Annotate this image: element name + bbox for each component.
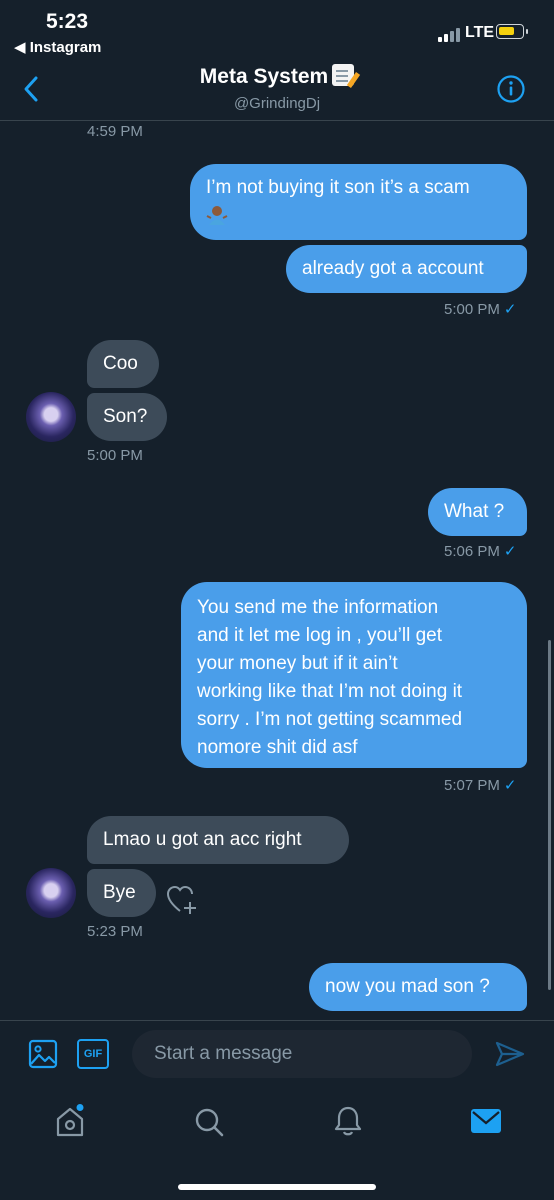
send-icon[interactable] xyxy=(494,1040,526,1073)
gif-icon[interactable]: GIF xyxy=(77,1039,109,1069)
timestamp: 5:06 PM ✓ xyxy=(444,542,516,560)
incoming-message[interactable]: Bye xyxy=(87,869,156,917)
message-input[interactable] xyxy=(132,1030,472,1078)
avatar[interactable] xyxy=(26,868,76,918)
timestamp: 5:07 PM ✓ xyxy=(444,776,516,794)
react-heart-icon[interactable] xyxy=(166,884,200,921)
battery-icon xyxy=(496,24,528,39)
message-line: sorry . I’m not getting scammed xyxy=(197,709,463,730)
incoming-message[interactable]: Son? xyxy=(87,393,167,441)
message-text: Coo xyxy=(103,353,138,374)
scrollbar[interactable] xyxy=(548,640,551,990)
message-text: What ? xyxy=(444,501,505,522)
outgoing-message[interactable]: What ? xyxy=(428,488,527,536)
timestamp: 4:59 PM xyxy=(87,123,143,140)
notifications-icon[interactable] xyxy=(333,1104,363,1143)
message-line: working like that I’m not doing it xyxy=(197,681,463,702)
timestamp-text: 5:06 PM xyxy=(444,543,500,560)
status-time: 5:23 xyxy=(46,10,89,33)
sent-check-icon: ✓ xyxy=(503,777,517,794)
message-text: Bye xyxy=(103,882,136,903)
outgoing-message[interactable]: now you mad son ? xyxy=(309,963,527,1011)
image-icon[interactable] xyxy=(28,1039,58,1074)
outgoing-message[interactable]: already got a account xyxy=(286,245,527,293)
conversation-handle: @GrindingDj xyxy=(233,95,321,112)
timestamp-text: 5:07 PM xyxy=(444,777,500,794)
outgoing-message[interactable]: I’m not buying it son it’s a scam xyxy=(190,164,527,240)
conversation-title[interactable]: Meta System xyxy=(0,64,554,89)
outgoing-message[interactable]: You send me the information and it let m… xyxy=(181,582,527,768)
message-text: already got a account xyxy=(302,258,484,279)
signal-icon xyxy=(438,28,460,42)
back-to-instagram-link[interactable]: ◀ Instagram xyxy=(14,38,101,56)
messages-icon[interactable] xyxy=(470,1108,502,1139)
message-text: Son? xyxy=(103,406,148,427)
home-indicator xyxy=(178,1184,376,1190)
sent-check-icon: ✓ xyxy=(503,543,517,560)
sent-check-icon: ✓ xyxy=(503,301,517,318)
message-line: your money but if it ain’t xyxy=(197,653,398,674)
conversation-name: Meta System xyxy=(199,65,329,88)
timestamp-text: 5:00 PM xyxy=(444,301,500,318)
message-line: You send me the information xyxy=(197,597,439,618)
memo-emoji-icon xyxy=(332,64,355,86)
incoming-message[interactable]: Coo xyxy=(87,340,159,388)
composer-divider xyxy=(0,1020,554,1021)
message-text: now you mad son ? xyxy=(325,976,490,997)
message-text: Lmao u got an acc right xyxy=(103,829,302,850)
gif-label: GIF xyxy=(83,1048,103,1060)
header-divider xyxy=(0,120,554,121)
search-icon[interactable] xyxy=(193,1106,225,1143)
incoming-message[interactable]: Lmao u got an acc right xyxy=(87,816,349,864)
message-line: and it let me log in , you’ll get xyxy=(197,625,443,646)
network-label: LTE xyxy=(465,24,495,41)
timestamp: 5:23 PM xyxy=(87,923,143,940)
timestamp: 5:00 PM xyxy=(87,447,143,464)
home-icon[interactable] xyxy=(54,1104,86,1143)
message-text: I’m not buying it son it’s a scam xyxy=(206,177,470,198)
person-shrugging-emoji-icon xyxy=(206,204,511,235)
timestamp: 5:00 PM ✓ xyxy=(444,300,516,318)
avatar[interactable] xyxy=(26,392,76,442)
message-line: nomore shit did asf xyxy=(197,737,358,758)
info-icon[interactable] xyxy=(496,74,526,109)
